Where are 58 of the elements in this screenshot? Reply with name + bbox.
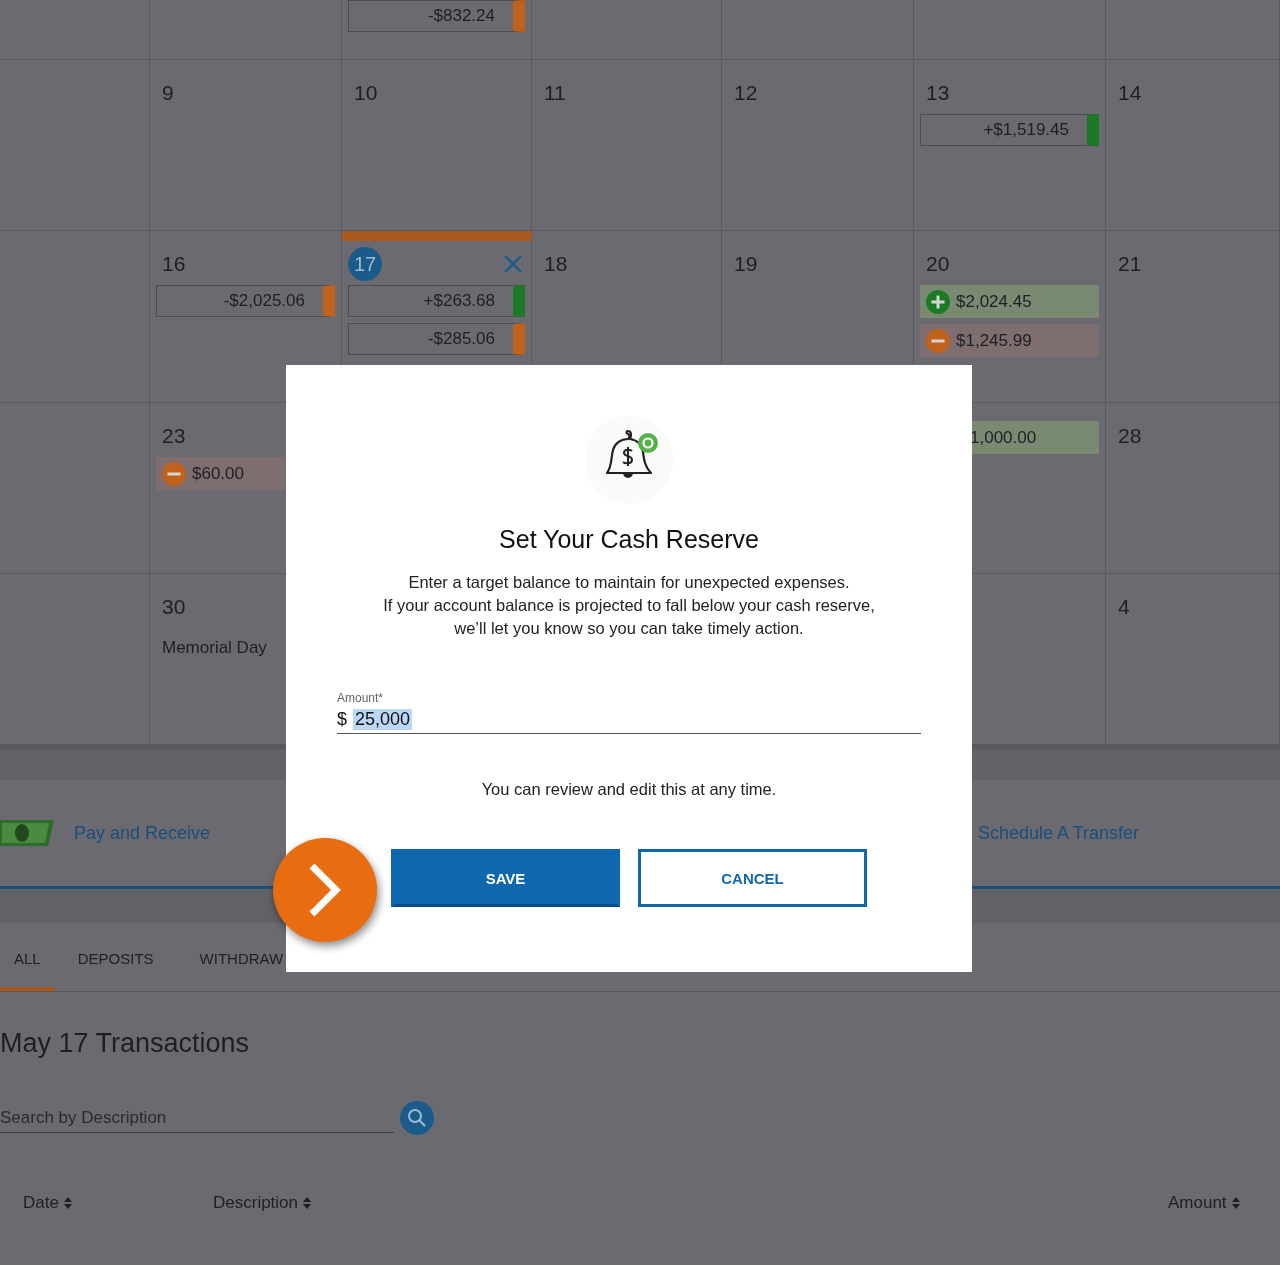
column-header[interactable]: Description: [213, 1193, 1168, 1213]
day-number: 11: [544, 81, 566, 105]
holiday-label: Memorial Day: [161, 638, 268, 658]
save-button[interactable]: SAVE: [391, 849, 620, 907]
minus-icon: [926, 328, 950, 353]
amount-pill[interactable]: $1,245.99: [920, 324, 1099, 357]
transactions-title: May 17 Transactions: [0, 1028, 251, 1059]
column-header[interactable]: Date: [23, 1193, 213, 1213]
amount-field[interactable]: Amount* $ 25,000: [337, 691, 921, 734]
day-number: 19: [734, 252, 758, 276]
plus-icon: [926, 289, 950, 314]
day-number: 12: [734, 81, 758, 105]
action-link[interactable]: Pay and Receive: [0, 818, 976, 848]
day-cell[interactable]: 13 +$1,519.45: [914, 60, 1106, 231]
cancel-button[interactable]: CANCEL: [638, 849, 867, 907]
day-number: 23: [162, 424, 186, 448]
day-number: 16: [162, 252, 186, 276]
day-number: 20: [926, 252, 950, 276]
day-number: 18: [544, 252, 568, 276]
action-link[interactable]: Schedule A Transfer: [978, 822, 1280, 844]
day-cell[interactable]: 14: [1106, 60, 1280, 231]
day-number: 4: [1118, 595, 1130, 619]
day-cell[interactable]: 9: [150, 60, 342, 231]
minus-icon: [162, 461, 186, 486]
day-cell[interactable]: 10: [342, 60, 532, 231]
dialog-title: Set Your Cash Reserve: [499, 525, 759, 554]
dialog-description: Enter a target balance to maintain for unexpected expenses. If your account balance is projected to fall below your cash reserve, we’ll let you know so you can take timely action.: [383, 572, 875, 639]
day-number: 21: [1118, 252, 1142, 276]
day-cell[interactable]: 21: [1106, 231, 1280, 403]
day-number: 10: [354, 81, 378, 105]
dialog-note: You can review and edit this at any time.: [481, 780, 777, 799]
day-number: 28: [1118, 424, 1142, 448]
amount-chip[interactable]: +$263.68: [348, 285, 525, 317]
sort-icon: [62, 1196, 73, 1210]
amount-pill[interactable]: $2,024.45: [920, 285, 1099, 318]
day-number: 30: [162, 595, 186, 619]
amount-chip[interactable]: +$1,519.45: [920, 114, 1099, 146]
day-cell[interactable]: 11: [532, 60, 722, 231]
sort-icon: [302, 1196, 313, 1210]
filter-tab[interactable]: WITHDRAW: [176, 923, 307, 991]
amount-chip[interactable]: -$2,025.06: [156, 285, 335, 317]
search-field[interactable]: Search by Description: [0, 1103, 394, 1133]
chevron-right-icon: [308, 862, 342, 918]
day-number: 14: [1118, 81, 1142, 105]
day-number: 13: [926, 81, 950, 105]
day-number: 17: [348, 247, 382, 281]
day-cell[interactable]: -$832.24: [342, 0, 532, 60]
sort-icon: [1230, 1196, 1241, 1210]
filter-tab[interactable]: DEPOSITS: [54, 923, 177, 991]
filter-tab[interactable]: ALL: [0, 923, 55, 991]
day-number: 9: [162, 81, 174, 105]
search-icon[interactable]: [400, 1101, 434, 1135]
amount-chip[interactable]: -$832.24: [348, 0, 525, 32]
day-cell[interactable]: 28: [1106, 403, 1280, 574]
column-header[interactable]: Amount: [1168, 1193, 1280, 1213]
money-icon: [0, 818, 54, 848]
day-cell[interactable]: 12: [722, 60, 914, 231]
day-cell[interactable]: 4: [1106, 574, 1280, 745]
